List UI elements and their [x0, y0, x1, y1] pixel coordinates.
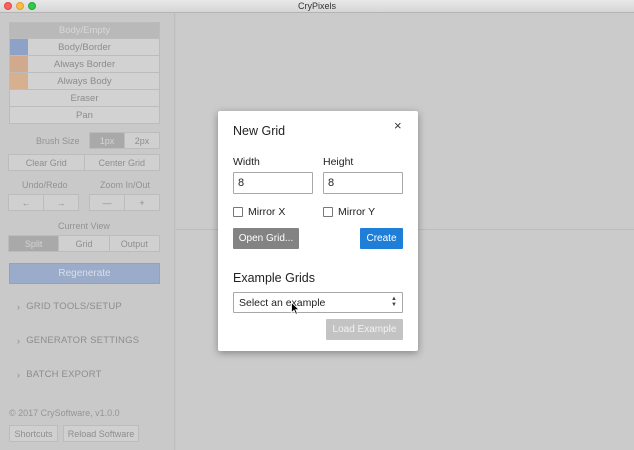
- section-grid-tools[interactable]: › GRID TOOLS/SETUP: [17, 301, 122, 312]
- brush-label: Body/Empty: [58, 25, 111, 36]
- undo-button[interactable]: ←: [8, 194, 44, 211]
- brush-size-1px[interactable]: 1px: [89, 132, 125, 149]
- section-generator-settings[interactable]: › GENERATOR SETTINGS: [17, 335, 139, 346]
- close-window-button[interactable]: [4, 2, 12, 10]
- brush-swatch: [10, 39, 28, 55]
- example-select[interactable]: Select an example ▲ ▼: [233, 292, 403, 313]
- height-label: Height: [323, 156, 354, 168]
- grid-actions: Clear Grid Center Grid: [8, 154, 160, 171]
- zoom-out-button[interactable]: —: [89, 194, 125, 211]
- window-title: CryPixels: [297, 1, 336, 11]
- zoom-in-button[interactable]: +: [124, 194, 160, 211]
- mouse-cursor-icon: [291, 302, 300, 315]
- clear-grid-button[interactable]: Clear Grid: [8, 154, 85, 171]
- brush-pan[interactable]: Pan: [9, 107, 160, 124]
- mirror-x-checkbox[interactable]: Mirror X: [233, 206, 285, 218]
- chevron-right-icon: ›: [17, 369, 21, 380]
- brush-body-empty[interactable]: Body/Empty: [9, 22, 160, 39]
- window-controls: [4, 2, 36, 10]
- modal-title: New Grid: [233, 124, 286, 138]
- example-grids-title: Example Grids: [233, 271, 315, 285]
- redo-button[interactable]: →: [43, 194, 79, 211]
- checkbox-box: [323, 207, 333, 217]
- view-grid-button[interactable]: Grid: [58, 235, 110, 252]
- chevron-right-icon: ›: [17, 301, 21, 312]
- brush-label: Always Body: [57, 75, 112, 87]
- current-view-label: Current View: [58, 221, 110, 231]
- width-label: Width: [233, 156, 260, 168]
- plus-icon: +: [139, 197, 145, 208]
- undo-redo-buttons: ← →: [8, 194, 79, 211]
- current-view-toggle: Split Grid Output: [8, 235, 160, 252]
- title-bar: CryPixels: [0, 0, 634, 13]
- brush-label: Eraser: [70, 92, 99, 104]
- height-input[interactable]: [323, 172, 403, 194]
- view-output-button[interactable]: Output: [108, 235, 160, 252]
- undo-redo-label: Undo/Redo: [22, 180, 68, 190]
- brush-swatch: [10, 56, 28, 72]
- brush-size-label: Brush Size: [36, 136, 80, 146]
- mirror-y-label: Mirror Y: [338, 206, 376, 218]
- arrow-left-icon: ←: [21, 197, 31, 208]
- close-icon[interactable]: ×: [394, 119, 402, 132]
- view-split-button[interactable]: Split: [8, 235, 60, 252]
- minus-icon: —: [102, 197, 112, 208]
- minimize-window-button[interactable]: [16, 2, 24, 10]
- zoom-buttons: — +: [89, 194, 160, 211]
- brush-swatch: [10, 73, 28, 89]
- sidebar: Body/Empty Body/Border Always Border Alw…: [0, 13, 175, 450]
- create-button[interactable]: Create: [360, 228, 403, 249]
- shortcuts-button[interactable]: Shortcuts: [9, 425, 58, 442]
- section-label: BATCH EXPORT: [26, 369, 102, 380]
- zoom-label: Zoom In/Out: [100, 180, 151, 190]
- regenerate-button[interactable]: Regenerate: [9, 263, 160, 284]
- width-input[interactable]: [233, 172, 313, 194]
- brush-label: Always Border: [53, 58, 116, 70]
- section-label: GENERATOR SETTINGS: [26, 335, 140, 346]
- center-grid-button[interactable]: Center Grid: [83, 154, 160, 171]
- mirror-x-label: Mirror X: [248, 206, 286, 218]
- brush-label: Pan: [76, 109, 93, 121]
- load-example-button[interactable]: Load Example: [326, 319, 403, 340]
- mirror-y-checkbox[interactable]: Mirror Y: [323, 206, 375, 218]
- open-grid-button[interactable]: Open Grid...: [233, 228, 299, 249]
- copyright-text: © 2017 CrySoftware, v1.0.0: [9, 408, 120, 418]
- brush-label: Body/Border: [58, 41, 111, 53]
- section-batch-export[interactable]: › BATCH EXPORT: [17, 369, 102, 380]
- brush-eraser[interactable]: Eraser: [9, 90, 160, 107]
- example-select-value: Select an example: [239, 296, 326, 309]
- reload-software-button[interactable]: Reload Software: [63, 425, 139, 442]
- zoom-window-button[interactable]: [28, 2, 36, 10]
- arrow-right-icon: →: [56, 197, 66, 208]
- brush-size-2px[interactable]: 2px: [124, 132, 160, 149]
- brush-body-border[interactable]: Body/Border: [9, 39, 160, 56]
- section-label: GRID TOOLS/SETUP: [26, 301, 122, 312]
- checkbox-box: [233, 207, 243, 217]
- brush-list: Body/Empty Body/Border Always Border Alw…: [9, 22, 160, 124]
- chevron-right-icon: ›: [17, 335, 21, 346]
- brush-always-border[interactable]: Always Border: [9, 56, 160, 73]
- select-arrows-icon: ▲ ▼: [391, 296, 397, 308]
- new-grid-modal: New Grid × Width Height Mirror X Mirror …: [218, 111, 418, 351]
- brush-size-toggle: 1px 2px: [89, 132, 160, 149]
- brush-always-body[interactable]: Always Body: [9, 73, 160, 90]
